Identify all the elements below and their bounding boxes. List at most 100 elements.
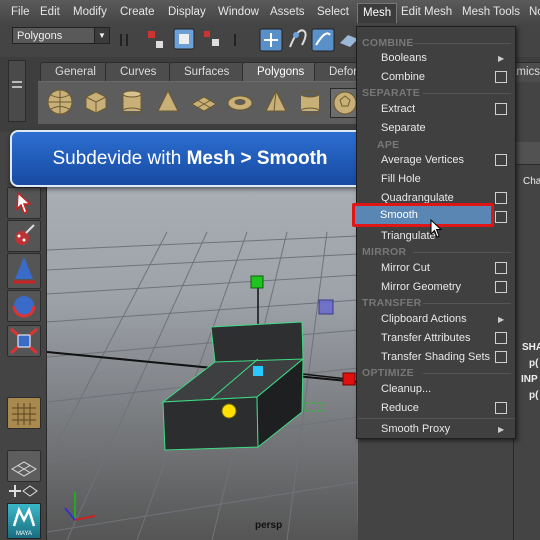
menu-item-smooth-proxy[interactable]: Smooth Proxy	[381, 423, 450, 435]
option-box-icon[interactable]	[495, 71, 507, 83]
scale-handle	[304, 402, 324, 412]
perspective-viewport[interactable]	[47, 132, 358, 540]
scale-tool-button[interactable]	[7, 325, 41, 357]
poly-plane-icon[interactable]	[190, 88, 218, 116]
shelf-options[interactable]	[8, 60, 26, 122]
option-box-icon[interactable]	[495, 351, 507, 363]
menu-select[interactable]: Select	[317, 6, 349, 18]
option-box-icon[interactable]	[495, 154, 507, 166]
move-arrow-icon	[13, 257, 35, 284]
input-node[interactable]: p(	[529, 390, 538, 401]
menu-item-transfer-shading-sets[interactable]: Transfer Shading Sets	[381, 351, 490, 363]
menu-item-mirror-cut[interactable]: Mirror Cut	[381, 262, 430, 274]
banner-bold-text: Mesh > Smooth	[186, 148, 328, 169]
tab-surfaces[interactable]: Surfaces	[169, 62, 245, 82]
shapes-label: SHA	[522, 342, 540, 353]
option-box-icon[interactable]	[495, 103, 507, 115]
arrow-cursor-icon	[16, 191, 32, 214]
menu-modify[interactable]: Modify	[73, 6, 107, 18]
snap-point-icon	[311, 28, 335, 52]
menu-mesh[interactable]: Mesh	[357, 3, 398, 23]
chevron-down-icon: ▼	[94, 28, 109, 43]
menu-item-triangulate[interactable]: Triangulate	[381, 230, 436, 242]
menu-item-combine[interactable]: Combine	[381, 71, 425, 83]
channel-box-tab[interactable]: Cha	[523, 176, 540, 187]
snap-grid-icon	[259, 28, 283, 52]
instruction-banner: Subdevide with Mesh > Smooth	[10, 130, 370, 187]
menu-item-reduce[interactable]: Reduce	[381, 402, 419, 414]
toolbox: MAYA	[0, 132, 47, 540]
maya-logo-icon	[12, 506, 36, 527]
channel-box-panel: Cha SHA p( INP p(	[513, 82, 540, 540]
snap-curve-icon	[289, 29, 307, 48]
section-transfer: TRANSFER	[362, 297, 422, 309]
poly-cube-icon[interactable]	[82, 88, 110, 116]
option-box-icon[interactable]	[495, 281, 507, 293]
menu-file[interactable]: File	[11, 6, 30, 18]
option-box-icon[interactable]	[495, 262, 507, 274]
shelf-icons	[38, 81, 368, 124]
maya-logo: MAYA	[7, 503, 41, 539]
poly-cylinder-icon[interactable]	[118, 88, 146, 116]
move-z-handle	[318, 299, 334, 315]
menu-create[interactable]: Create	[120, 6, 155, 18]
tab-curves[interactable]: Curves	[105, 62, 172, 82]
option-box-icon[interactable]	[495, 211, 507, 223]
option-box-icon[interactable]	[495, 332, 507, 344]
section-combine: COMBINE	[362, 37, 414, 49]
center-vertex	[253, 366, 263, 376]
single-view-button[interactable]	[7, 450, 41, 482]
menu-mesh-tools[interactable]: Mesh Tools	[462, 6, 520, 18]
shape-node[interactable]: p(	[529, 358, 538, 369]
menu-item-booleans[interactable]: Booleans	[381, 52, 427, 64]
menu-item-average-vertices[interactable]: Average Vertices	[381, 154, 464, 166]
poly-pipe-icon[interactable]	[296, 88, 324, 116]
submenu-arrow-icon: ▶	[498, 425, 505, 434]
menu-set-dropdown[interactable]: Polygons ▼	[12, 27, 110, 44]
select-by-hierarchy-icon	[148, 31, 163, 48]
move-x-handle	[342, 372, 356, 386]
paint-brush-icon	[15, 224, 35, 245]
menu-item-fill-hole[interactable]: Fill Hole	[381, 173, 421, 185]
selected-vertex	[221, 403, 237, 419]
menu-item-cleanup[interactable]: Cleanup...	[381, 383, 431, 395]
select-tool-button[interactable]	[7, 187, 41, 219]
tab-general[interactable]: General	[40, 62, 111, 82]
paint-select-tool-button[interactable]	[7, 220, 41, 252]
menu-edit-mesh[interactable]: Edit Mesh	[401, 6, 452, 18]
banner-text: Subdevide with	[52, 148, 187, 169]
menu-item-extract[interactable]: Extract	[381, 103, 415, 115]
rotate-tool-button[interactable]	[7, 290, 41, 322]
menu-item-clipboard-actions[interactable]: Clipboard Actions	[381, 313, 467, 325]
menu-window[interactable]: Window	[218, 6, 259, 18]
menu-bar: File Edit Modify Create Display Window A…	[0, 0, 540, 26]
poly-sphere-icon[interactable]	[46, 88, 74, 116]
layout-buttons[interactable]	[7, 482, 39, 500]
show-manipulator-button[interactable]	[7, 397, 41, 429]
menu-set-value: Polygons	[17, 30, 63, 42]
menu-item-separate[interactable]: Separate	[381, 122, 426, 134]
submenu-arrow-icon: ▶	[498, 54, 505, 63]
section-optimize: OPTIMIZE	[362, 367, 414, 379]
axis-gizmo	[64, 492, 96, 521]
menu-item-mirror-geometry[interactable]: Mirror Geometry	[381, 281, 461, 293]
tab-polygons[interactable]: Polygons	[242, 62, 320, 82]
option-box-icon[interactable]	[495, 402, 507, 414]
section-shape: APE	[377, 139, 400, 151]
menu-assets[interactable]: Assets	[270, 6, 305, 18]
menu-display[interactable]: Display	[168, 6, 206, 18]
layout-four-icon	[9, 485, 38, 497]
poly-torus-icon[interactable]	[226, 88, 254, 116]
move-tool-button[interactable]	[7, 253, 41, 289]
camera-label: persp	[255, 520, 283, 531]
poly-cone-icon[interactable]	[154, 88, 182, 116]
option-box-icon[interactable]	[495, 192, 507, 204]
menu-more[interactable]: No	[529, 6, 540, 18]
menu-item-transfer-attributes[interactable]: Transfer Attributes	[381, 332, 470, 344]
select-by-object-icon	[173, 28, 195, 50]
layout-single-icon	[11, 461, 37, 477]
select-by-component-icon	[204, 31, 219, 46]
poly-prism-icon[interactable]	[262, 88, 290, 116]
menu-item-smooth[interactable]: Smooth	[352, 203, 494, 227]
menu-edit[interactable]: Edit	[40, 6, 60, 18]
